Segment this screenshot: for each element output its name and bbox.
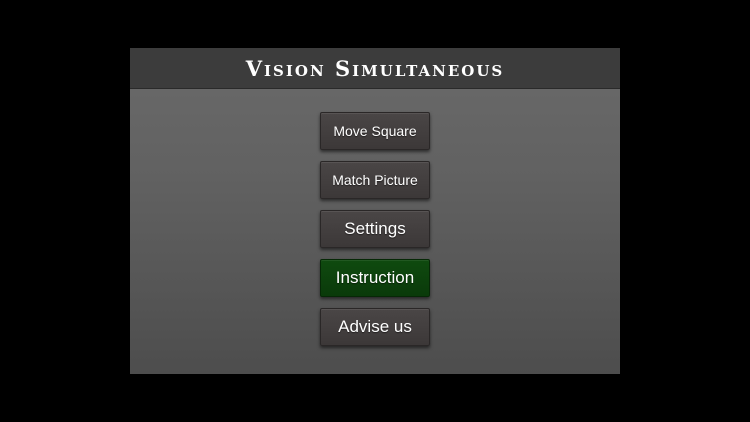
advise-us-button[interactable]: Advise us — [320, 308, 430, 346]
move-square-button[interactable]: Move Square — [320, 112, 430, 150]
title-bar: Vision Simultaneous — [130, 48, 620, 89]
settings-button[interactable]: Settings — [320, 210, 430, 248]
match-picture-button[interactable]: Match Picture — [320, 161, 430, 199]
main-menu-panel: Vision Simultaneous Move Square Match Pi… — [130, 48, 620, 374]
instruction-button[interactable]: Instruction — [320, 259, 430, 297]
app-screen: Vision Simultaneous Move Square Match Pi… — [0, 0, 750, 422]
app-title: Vision Simultaneous — [245, 55, 505, 81]
